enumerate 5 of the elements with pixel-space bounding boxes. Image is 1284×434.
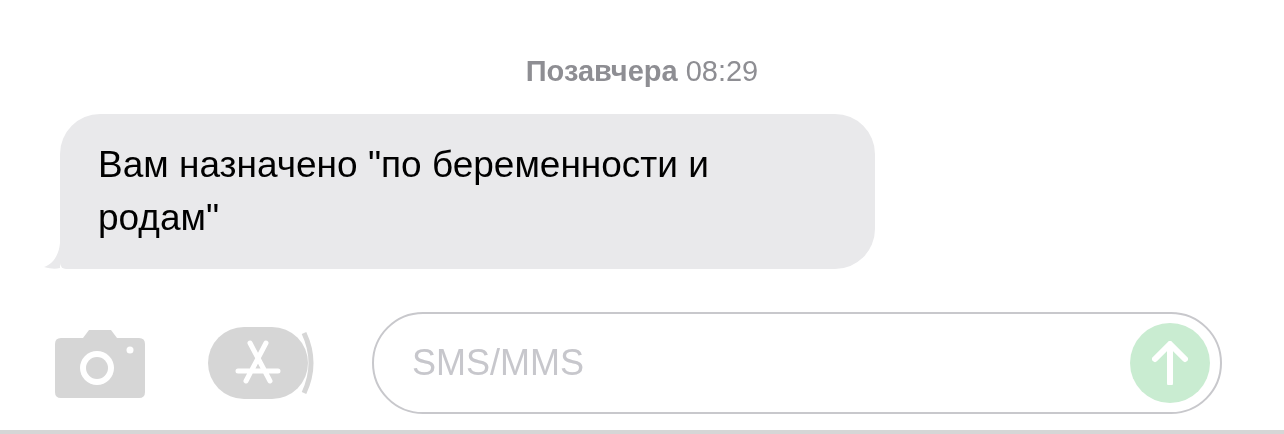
message-field[interactable]: SMS/MMS [372,311,1222,414]
camera-icon[interactable] [55,327,145,398]
arrow-up-icon [1152,340,1188,385]
message-input-field[interactable]: SMS/MMS [412,335,1130,390]
message-timestamp: Позавчера 08:29 [525,54,759,89]
